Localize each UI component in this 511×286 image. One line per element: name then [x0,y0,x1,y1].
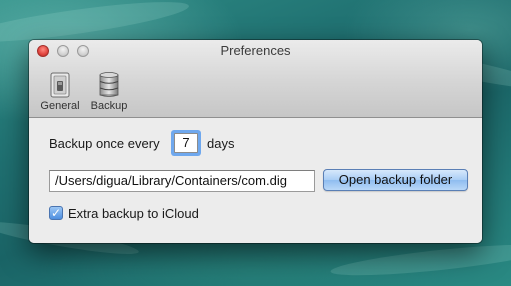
window-toolbar: Preferences General Backup [29,40,482,118]
toolbar-label-backup: Backup [90,100,128,112]
interval-unit-label: days [207,136,235,151]
open-backup-folder-button[interactable]: Open backup folder [323,169,468,191]
icloud-backup-label: Extra backup to iCloud [68,206,199,221]
database-icon [99,72,119,97]
window-title: Preferences [220,43,291,58]
toolbar-label-general: General [40,100,80,112]
icloud-backup-checkbox[interactable]: ✓ [49,206,63,220]
backup-pane: Backup once every 7 days /Users/digua/Li… [29,118,482,243]
interval-prefix-label: Backup once every [49,136,160,151]
toolbar-item-general[interactable]: General [36,70,84,114]
preferences-window: Preferences General Backup Backup once e… [29,40,482,243]
switch-icon [50,72,70,98]
backup-interval-field[interactable]: 7 [174,133,198,153]
backup-folder-path-field[interactable]: /Users/digua/Library/Containers/com.dig [49,170,315,192]
toolbar-item-backup[interactable]: Backup [85,70,133,114]
